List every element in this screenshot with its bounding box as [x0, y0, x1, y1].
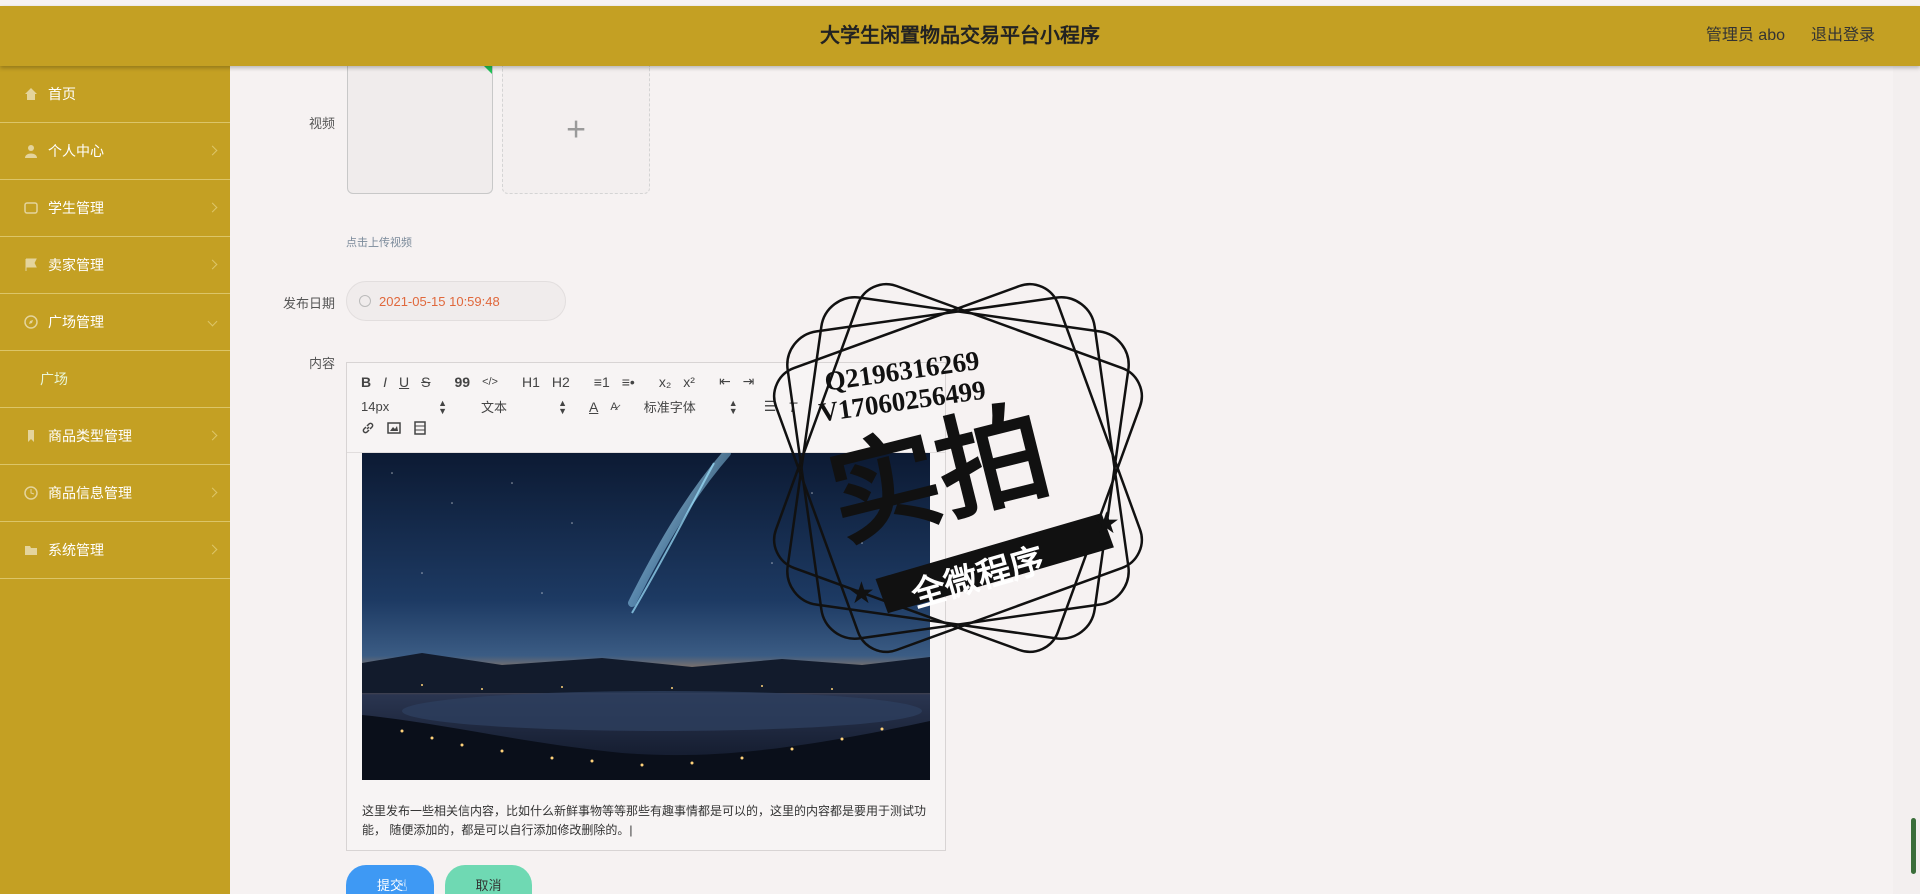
hand-cursor-icon: ☝	[398, 878, 408, 894]
scrollbar-thumb[interactable]	[1911, 818, 1916, 874]
chevron-icon	[207, 544, 218, 555]
image-icon[interactable]	[387, 421, 401, 438]
bold-button[interactable]: B	[361, 374, 371, 390]
underline-button[interactable]: U	[399, 374, 409, 390]
outdent-button[interactable]: ⇤	[719, 373, 731, 390]
video-icon[interactable]	[413, 421, 427, 438]
font-color-icon[interactable]: A	[589, 399, 598, 415]
clear-format-icon[interactable]: T	[788, 399, 797, 415]
sidebar-subitem-square[interactable]: 广场	[0, 351, 230, 408]
sidebar-item-label: 广场	[40, 371, 68, 387]
sidebar-item-goods-type[interactable]: 商品类型管理	[0, 408, 230, 465]
text-type-select[interactable]: 文本 ▲ ▼	[481, 397, 567, 416]
h1-button[interactable]: H1	[522, 374, 540, 390]
student-icon	[24, 201, 38, 215]
page-title: 大学生闲置物品交易平台小程序	[820, 25, 1100, 47]
date-label: 发布日期	[282, 296, 335, 311]
sidebar-item-students[interactable]: 学生管理	[0, 180, 230, 237]
italic-button[interactable]: I	[383, 374, 387, 390]
sidebar-item-label: 系统管理	[48, 542, 104, 558]
sidebar-item-home[interactable]: 首页	[0, 66, 230, 123]
compass-icon	[24, 315, 38, 329]
tag-icon	[24, 429, 38, 443]
clock-icon	[359, 295, 371, 307]
font-size-select[interactable]: 14px ▲ ▼	[361, 397, 447, 416]
text-type-value: 文本	[481, 400, 508, 415]
sidebar-item-label: 卖家管理	[48, 257, 104, 273]
bullet-list-button[interactable]: ≡•	[622, 374, 635, 390]
chevron-icon	[207, 316, 218, 327]
user-name: 管理员 abo	[1705, 27, 1785, 44]
updown-icon: ▲ ▼	[558, 397, 567, 416]
plus-icon: +	[566, 110, 586, 148]
chevron-icon	[207, 259, 218, 270]
home-icon	[24, 87, 38, 101]
submit-button[interactable]: 提交	[346, 865, 434, 894]
sidebar-item-label: 首页	[48, 86, 76, 102]
strike-button[interactable]: S	[421, 374, 430, 390]
font-family-select[interactable]: 标准字体 ▲ ▼	[644, 397, 738, 416]
background-color-icon[interactable]: A̷	[610, 401, 617, 413]
sidebar: 首页 个人中心 学生管理 卖家管理 广场管理 广场 商品类型管理 商品信息管理 …	[0, 66, 230, 894]
h2-button[interactable]: H2	[552, 374, 570, 390]
editor-toolbar: B I U S 99 </> H1 H2 ≡1 ≡• x₂ x² ⇤ ⇥ 14p…	[347, 363, 945, 453]
sidebar-item-system[interactable]: 系统管理	[0, 522, 230, 579]
scrollbar-track[interactable]	[1893, 66, 1920, 894]
clock-icon	[24, 486, 38, 500]
superscript-button[interactable]: x²	[683, 374, 695, 390]
font-family-value: 标准字体	[643, 400, 696, 415]
video-upload-button[interactable]: +	[502, 66, 650, 194]
user-icon	[24, 144, 38, 158]
cancel-button[interactable]: 取消	[445, 865, 532, 894]
folder-icon	[24, 543, 38, 557]
video-thumbnail[interactable]	[347, 66, 493, 194]
upload-tip: 点击上传视频	[346, 237, 412, 249]
sidebar-item-profile[interactable]: 个人中心	[0, 123, 230, 180]
top-bar: 大学生闲置物品交易平台小程序 管理员 abo 退出登录	[0, 6, 1920, 66]
font-size-value: 14px	[361, 399, 390, 414]
sidebar-item-goods-info[interactable]: 商品信息管理	[0, 465, 230, 522]
logout-link[interactable]: 退出登录	[1811, 6, 1875, 66]
content-text[interactable]: 这里发布一些相关信内容，比如什么新鲜事物等等那些有趣事情都是可以的，这里的内容都…	[362, 802, 932, 840]
align-icon[interactable]: ☰	[764, 398, 777, 415]
sidebar-item-label: 商品信息管理	[48, 485, 132, 501]
subscript-button[interactable]: x₂	[659, 374, 671, 390]
updown-icon: ▲ ▼	[438, 397, 447, 416]
code-block-button[interactable]: </>	[482, 376, 498, 388]
updown-icon: ▲ ▼	[728, 397, 738, 416]
sidebar-item-label: 个人中心	[48, 143, 104, 159]
sidebar-item-square[interactable]: 广场管理	[0, 294, 230, 351]
blockquote-button[interactable]: 99	[454, 374, 470, 390]
ordered-list-button[interactable]: ≡1	[594, 374, 610, 390]
chevron-icon	[207, 145, 218, 156]
sidebar-item-label: 广场管理	[48, 314, 104, 330]
sidebar-item-label: 学生管理	[48, 200, 104, 216]
chevron-icon	[207, 202, 218, 213]
content-image	[362, 453, 930, 780]
flag-icon	[24, 258, 38, 272]
chevron-icon	[207, 430, 218, 441]
indent-button[interactable]: ⇥	[743, 373, 755, 390]
sidebar-item-sellers[interactable]: 卖家管理	[0, 237, 230, 294]
sidebar-item-label: 商品类型管理	[48, 428, 132, 444]
chevron-icon	[207, 487, 218, 498]
date-value: 2021-05-15 10:59:48	[379, 293, 500, 309]
success-marker-icon	[484, 66, 492, 74]
content-label: 内容	[308, 356, 335, 371]
video-label: 视频	[308, 116, 335, 131]
date-input[interactable]: 2021-05-15 10:59:48	[346, 281, 566, 321]
link-icon[interactable]	[361, 421, 375, 438]
rich-text-editor[interactable]: B I U S 99 </> H1 H2 ≡1 ≡• x₂ x² ⇤ ⇥ 14p…	[346, 362, 946, 851]
